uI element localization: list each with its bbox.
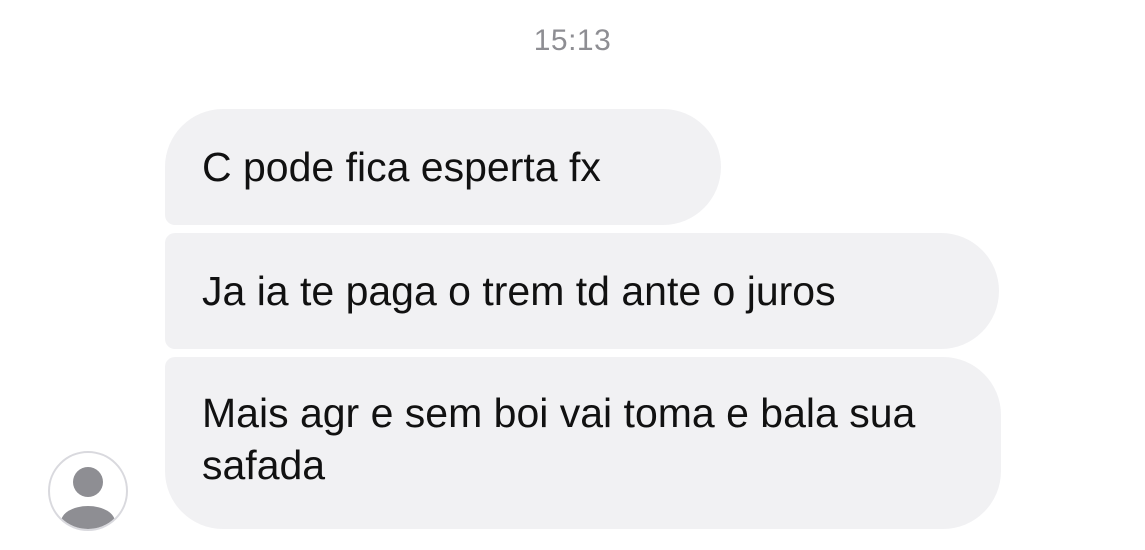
default-user-avatar-icon xyxy=(61,467,115,529)
sender-avatar[interactable] xyxy=(48,451,128,531)
message-timestamp: 15:13 xyxy=(533,24,612,57)
message-bubble[interactable]: Ja ia te paga o trem td ante o juros xyxy=(165,233,999,349)
message-thread: C pode fica esperta fx Ja ia te paga o t… xyxy=(165,109,1001,537)
message-bubble[interactable]: C pode fica esperta fx xyxy=(165,109,721,225)
message-bubble[interactable]: Mais agr e sem boi vai toma e bala sua s… xyxy=(165,357,1001,529)
